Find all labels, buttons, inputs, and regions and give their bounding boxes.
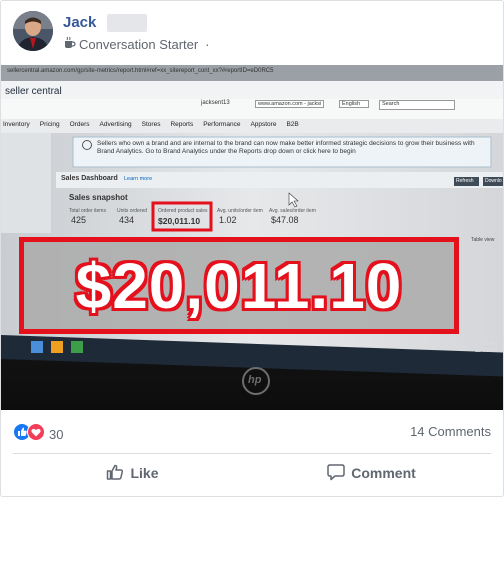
post-card: Jack Conversation Starter · sellercentra… — [0, 0, 504, 497]
redacted-name — [107, 14, 147, 32]
seller-nav: Inventory Pricing Orders Advertising Sto… — [3, 121, 299, 128]
avatar[interactable] — [13, 11, 53, 51]
thumbs-up-icon — [106, 463, 124, 484]
snapshot-title: Sales snapshot — [69, 193, 128, 202]
metric-value: 434 — [119, 215, 135, 225]
metric-value: 425 — [71, 215, 87, 225]
metric-label: Units ordered — [117, 208, 148, 214]
divider — [13, 453, 491, 454]
badge-separator: · — [205, 36, 210, 52]
taskbar-date: 11/4/2019 — [475, 348, 497, 354]
brand-analytics-notice: Sellers who own a brand and are internal… — [97, 140, 475, 155]
search-box: Search — [379, 100, 455, 110]
metric-label: Ordered product sales — [158, 208, 208, 214]
nav-item: Appstore — [250, 121, 277, 128]
love-reaction-icon — [27, 423, 45, 446]
metric-value: $20,011.10 — [158, 216, 201, 226]
badge-label: Conversation Starter — [79, 36, 199, 52]
refresh-button: Refresh — [456, 178, 474, 184]
metric-label: Avg. units/order item — [217, 208, 263, 214]
coffee-cup-icon — [63, 36, 76, 52]
table-view-toggle: Table view — [471, 237, 495, 243]
comments-count-link[interactable]: 14 Comments — [410, 424, 491, 439]
post-photo[interactable]: sellercentral.amazon.com/gp/site-metrics… — [1, 65, 503, 410]
seller-central-logo: seller central — [5, 86, 62, 97]
nav-item: Orders — [69, 121, 90, 128]
reactions-summary[interactable]: 30 — [13, 423, 63, 446]
metric-label: Avg. sales/order item — [269, 208, 316, 214]
post-actions: Like Comment — [13, 459, 491, 487]
author-name[interactable]: Jack — [63, 14, 96, 31]
marketplace-select: www.amazon.com - jacksi — [255, 100, 325, 108]
metric-value: $47.08 — [271, 215, 299, 225]
nav-item: B2B — [286, 121, 299, 128]
reaction-count: 30 — [49, 427, 64, 442]
highlight-amount: $20,011.10 — [75, 249, 403, 322]
url-bar: sellercentral.amazon.com/gp/site-metrics… — [7, 68, 274, 74]
account-name: jacksent13 — [201, 100, 230, 106]
metric-value: 1.02 — [219, 215, 237, 225]
download-button: Downlo — [485, 178, 502, 184]
nav-item: Pricing — [39, 121, 60, 128]
comment-button[interactable]: Comment — [252, 459, 491, 487]
nav-item: Stores — [141, 121, 161, 128]
comment-label: Comment — [351, 465, 416, 481]
badge[interactable]: Conversation Starter · — [63, 36, 210, 52]
nav-item: Advertising — [99, 121, 132, 128]
nav-item: Performance — [203, 121, 241, 128]
reaction-bar: 30 14 Comments — [13, 421, 491, 445]
like-label: Like — [130, 465, 159, 481]
taskbar-time: 8:08 AM — [479, 341, 498, 347]
nav-item: Reports — [170, 121, 194, 128]
dashboard-title: Sales Dashboard — [61, 175, 118, 182]
like-button[interactable]: Like — [13, 459, 252, 487]
comment-bubble-icon — [327, 463, 345, 484]
post-header: Jack Conversation Starter · — [13, 11, 493, 59]
hp-logo: hp — [248, 374, 262, 386]
sales-highlight-overlay: $20,011.10 — [19, 237, 459, 334]
language-select: English — [339, 100, 370, 108]
learn-more-link: Learn more — [124, 176, 153, 182]
nav-item: Inventory — [3, 121, 30, 128]
metric-label: Total order items — [69, 208, 106, 214]
